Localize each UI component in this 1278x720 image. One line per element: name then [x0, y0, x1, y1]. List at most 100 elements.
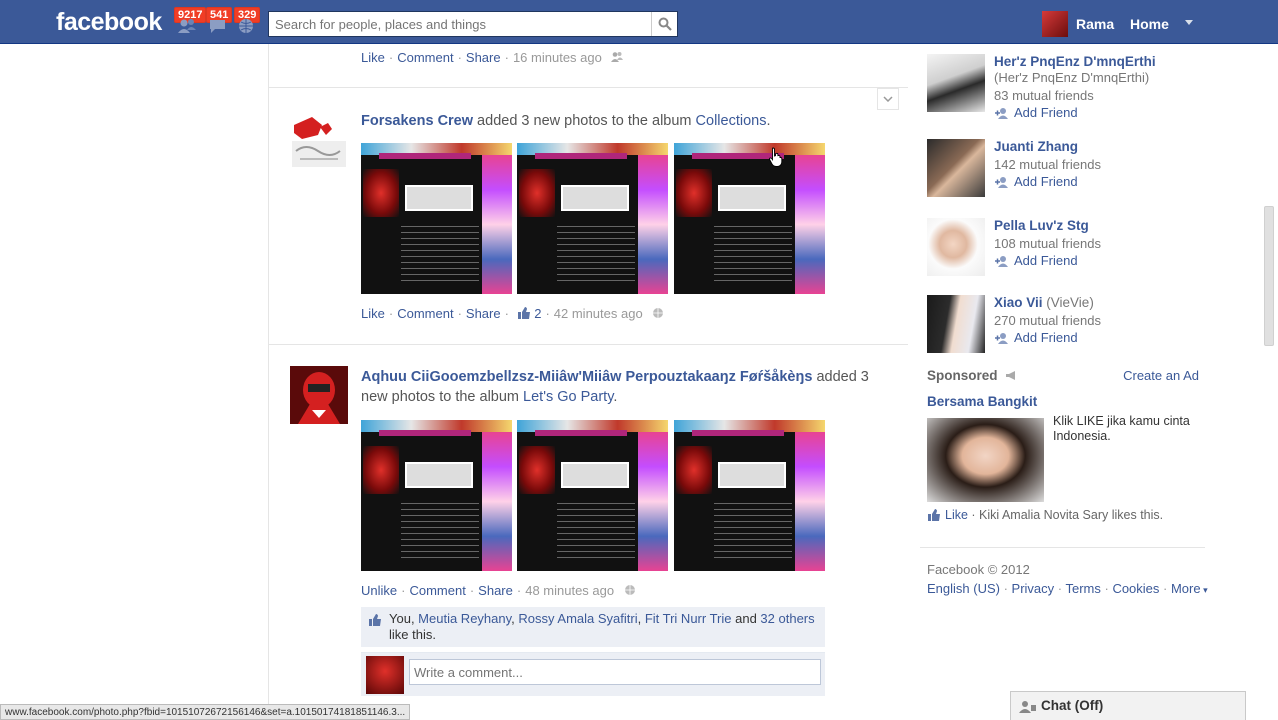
divider — [920, 547, 1205, 548]
friend-requests-jewel[interactable]: 9217 — [174, 7, 207, 36]
forsakens-crew-logo — [290, 111, 348, 169]
comment-composer — [361, 652, 825, 696]
person-name-link[interactable]: Xiao Vii (VieVie) — [994, 295, 1094, 310]
language-link[interactable]: English (US) — [927, 581, 1000, 596]
person-name-link[interactable]: Juanti Zhang — [994, 139, 1078, 154]
share-link[interactable]: Share — [466, 50, 501, 65]
search-box[interactable] — [268, 11, 678, 37]
story-photo[interactable] — [361, 143, 512, 294]
people-you-may-know-item: Her'z PnqEnz D'mnqErthi (Her'z PnqEnz D'… — [927, 54, 1207, 120]
others-link[interactable]: 32 others — [760, 611, 814, 626]
more-link[interactable]: More — [1171, 581, 1201, 596]
person-photo[interactable] — [927, 295, 985, 353]
person-name-link[interactable]: Her'z PnqEnz D'mnqErthi — [994, 54, 1156, 69]
story-divider — [268, 87, 908, 88]
story-options-button[interactable] — [877, 88, 899, 110]
comment-input[interactable] — [409, 659, 821, 685]
cookies-link[interactable]: Cookies — [1112, 581, 1159, 596]
people-you-may-know-item: Xiao Vii (VieVie) 270 mutual friends Add… — [927, 295, 1207, 357]
person-photo[interactable] — [927, 54, 985, 112]
story-avatar[interactable] — [290, 111, 348, 169]
globe-privacy-icon[interactable] — [624, 584, 636, 596]
story-actor-link[interactable]: Aqhuu CiiGooemzbellzsz-Miiâw'Miiâw Perpo… — [361, 369, 812, 385]
person-photo[interactable] — [927, 139, 985, 197]
prev-story-actions: Like · Comment · Share · 16 minutes ago — [361, 50, 624, 65]
timestamp[interactable]: 42 minutes ago — [554, 306, 643, 321]
story-photo[interactable] — [517, 420, 668, 571]
story-title: Forsakens Crew added 3 new photos to the… — [361, 113, 771, 129]
liker-link[interactable]: Fit Tri Nurr Trie — [645, 611, 732, 626]
timestamp[interactable]: 48 minutes ago — [525, 583, 614, 598]
add-friend-button[interactable]: Add Friend — [994, 330, 1078, 345]
add-friend-button[interactable]: Add Friend — [994, 253, 1078, 268]
add-friend-button[interactable]: Add Friend — [994, 174, 1078, 189]
privacy-link[interactable]: Privacy — [1012, 581, 1055, 596]
story-photo[interactable] — [361, 420, 512, 571]
facebook-logo[interactable]: facebook — [56, 8, 162, 37]
story-photo[interactable] — [674, 420, 825, 571]
globe-privacy-icon[interactable] — [652, 307, 664, 319]
mutual-friends-link[interactable]: 142 mutual friends — [994, 157, 1101, 172]
search-button[interactable] — [651, 12, 677, 36]
story-avatar[interactable] — [290, 366, 348, 424]
chat-bar[interactable]: Chat (Off) — [1010, 691, 1246, 720]
chevron-down-icon[interactable]: ▾ — [1201, 585, 1208, 595]
news-feed: Like · Comment · Share · 16 minutes ago Forsak… — [268, 44, 908, 720]
album-link[interactable]: Collections — [696, 113, 767, 129]
commenter-avatar[interactable] — [366, 656, 404, 694]
home-link[interactable]: Home — [1130, 16, 1169, 32]
share-link[interactable]: Share — [466, 306, 501, 321]
terms-link[interactable]: Terms — [1065, 581, 1100, 596]
red-ranger-avatar — [290, 366, 348, 424]
mutual-friends-link[interactable]: 270 mutual friends — [994, 313, 1101, 328]
search-input[interactable] — [269, 12, 649, 36]
story-photo[interactable] — [674, 143, 825, 294]
story-actor-link[interactable]: Forsakens Crew — [361, 113, 473, 129]
unlike-link[interactable]: Unlike — [361, 583, 397, 598]
chevron-down-icon — [883, 96, 893, 102]
comment-link[interactable]: Comment — [397, 50, 453, 65]
add-friend-icon — [995, 108, 1008, 119]
like-link[interactable]: Like — [361, 50, 385, 65]
profile-link[interactable]: Rama — [1076, 16, 1114, 32]
friends-privacy-icon[interactable] — [611, 51, 624, 63]
status-bar-url: www.facebook.com/photo.php?fbid=10151072… — [0, 704, 411, 720]
album-link[interactable]: Let's Go Party — [523, 389, 613, 405]
comment-link[interactable]: Comment — [397, 306, 453, 321]
scrollbar-thumb[interactable] — [1264, 206, 1274, 346]
sponsored-label: Sponsored — [927, 368, 1019, 383]
liker-link[interactable]: Meutia Reyhany — [418, 611, 511, 626]
person-name-link[interactable]: Pella Luv'z Stg — [994, 218, 1089, 233]
sponsored-header: Sponsored Create an Ad — [927, 366, 1199, 390]
chevron-down-icon[interactable] — [1184, 20, 1194, 26]
likes-summary: You, Meutia Reyhany, Rossy Amala Syafitr… — [361, 607, 825, 647]
people-you-may-know-item: Pella Luv'z Stg 108 mutual friends Add F… — [927, 218, 1207, 280]
share-link[interactable]: Share — [478, 583, 513, 598]
messages-jewel[interactable]: 541 — [206, 7, 233, 36]
story-divider — [268, 344, 908, 345]
add-friend-icon — [995, 256, 1008, 267]
user-avatar[interactable] — [1042, 11, 1068, 37]
ad-title-link[interactable]: Bersama Bangkit — [927, 394, 1037, 409]
chat-people-icon — [1019, 701, 1036, 713]
hand-cursor-icon — [769, 147, 783, 167]
story-photo[interactable] — [517, 143, 668, 294]
timestamp[interactable]: 16 minutes ago — [513, 50, 602, 65]
mutual-friends-link[interactable]: 108 mutual friends — [994, 236, 1101, 251]
person-photo[interactable] — [927, 218, 985, 276]
ad-like-link[interactable]: Like — [945, 508, 968, 522]
thumbs-up-icon — [369, 614, 381, 626]
top-bar: facebook 9217 541 329 Rama Home — [0, 0, 1278, 44]
ad-image[interactable] — [927, 418, 1044, 502]
messages-icon — [210, 20, 225, 33]
globe-icon — [239, 19, 253, 33]
like-link[interactable]: Like — [361, 306, 385, 321]
notifications-jewel[interactable]: 329 — [234, 7, 261, 36]
comment-link[interactable]: Comment — [409, 583, 465, 598]
create-ad-link[interactable]: Create an Ad — [1123, 368, 1199, 383]
liker-link[interactable]: Rossy Amala Syafitri — [518, 611, 637, 626]
mutual-friends-link[interactable]: 83 mutual friends — [994, 88, 1094, 103]
ad-text[interactable]: Klik LIKE jika kamu cinta Indonesia. — [1053, 414, 1203, 444]
like-count[interactable]: 2 — [534, 306, 541, 321]
add-friend-button[interactable]: Add Friend — [994, 105, 1078, 120]
